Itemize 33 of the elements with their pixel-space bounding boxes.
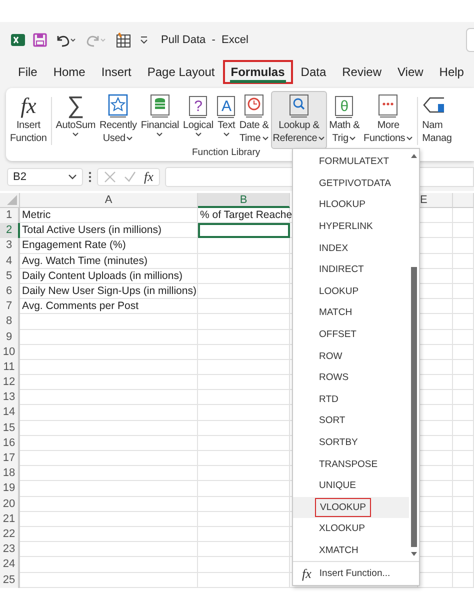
menu-item-label: MATCH [319,307,352,318]
menu-item-label: OFFSET [319,329,356,340]
function-icon: fx [20,93,36,119]
menu-item-label: SORTBY [319,437,358,448]
group-label: Function Library [192,147,260,158]
table-cell: Avg. Comments per Post [20,299,198,314]
table-cell: % of Target Reache [198,208,290,224]
menu-item-label: XLOOKUP [319,523,365,534]
theta-book-icon: θ [335,96,354,116]
menu-item-label: UNIQUE [319,480,356,492]
table-cell: Daily Content Uploads (in millions) [20,268,198,284]
menu-item-label: GETPIVOTDATA [319,178,391,189]
menu-item-label: HYPERLINK [319,221,373,232]
question-book-icon: ? [189,96,208,116]
menu-item-label: SORT [319,415,346,426]
table-cell: Total Active Users (in millions) [20,223,198,238]
menu-item-label: ROW [319,350,342,362]
table-cell: Daily New User Sign-Ups (in millions) [20,284,198,300]
table-cell: Engagement Rate (%) [20,238,198,254]
menu-item-label: INDIRECT [319,264,364,276]
menu-item-label: XMATCH [319,544,358,556]
table-cell: Avg. Watch Time (minutes) [20,254,198,269]
menu-item-label: LOOKUP [319,286,359,297]
sum-icon: ∑ [67,92,84,120]
window-title: Pull Data - Excel [161,34,248,46]
table-cell: Metric [20,208,198,224]
menu-item-label: RTD [319,394,338,405]
menu-item-label: ROWS [319,372,349,384]
menu-item-label: INDEX [319,242,348,254]
menu-item-label: FORMULATEXT [319,156,390,168]
menu-item-label: TRANSPOSE [319,458,378,470]
menu-item-label: HLOOKUP [319,199,366,210]
letter-book-icon: A [217,96,236,116]
